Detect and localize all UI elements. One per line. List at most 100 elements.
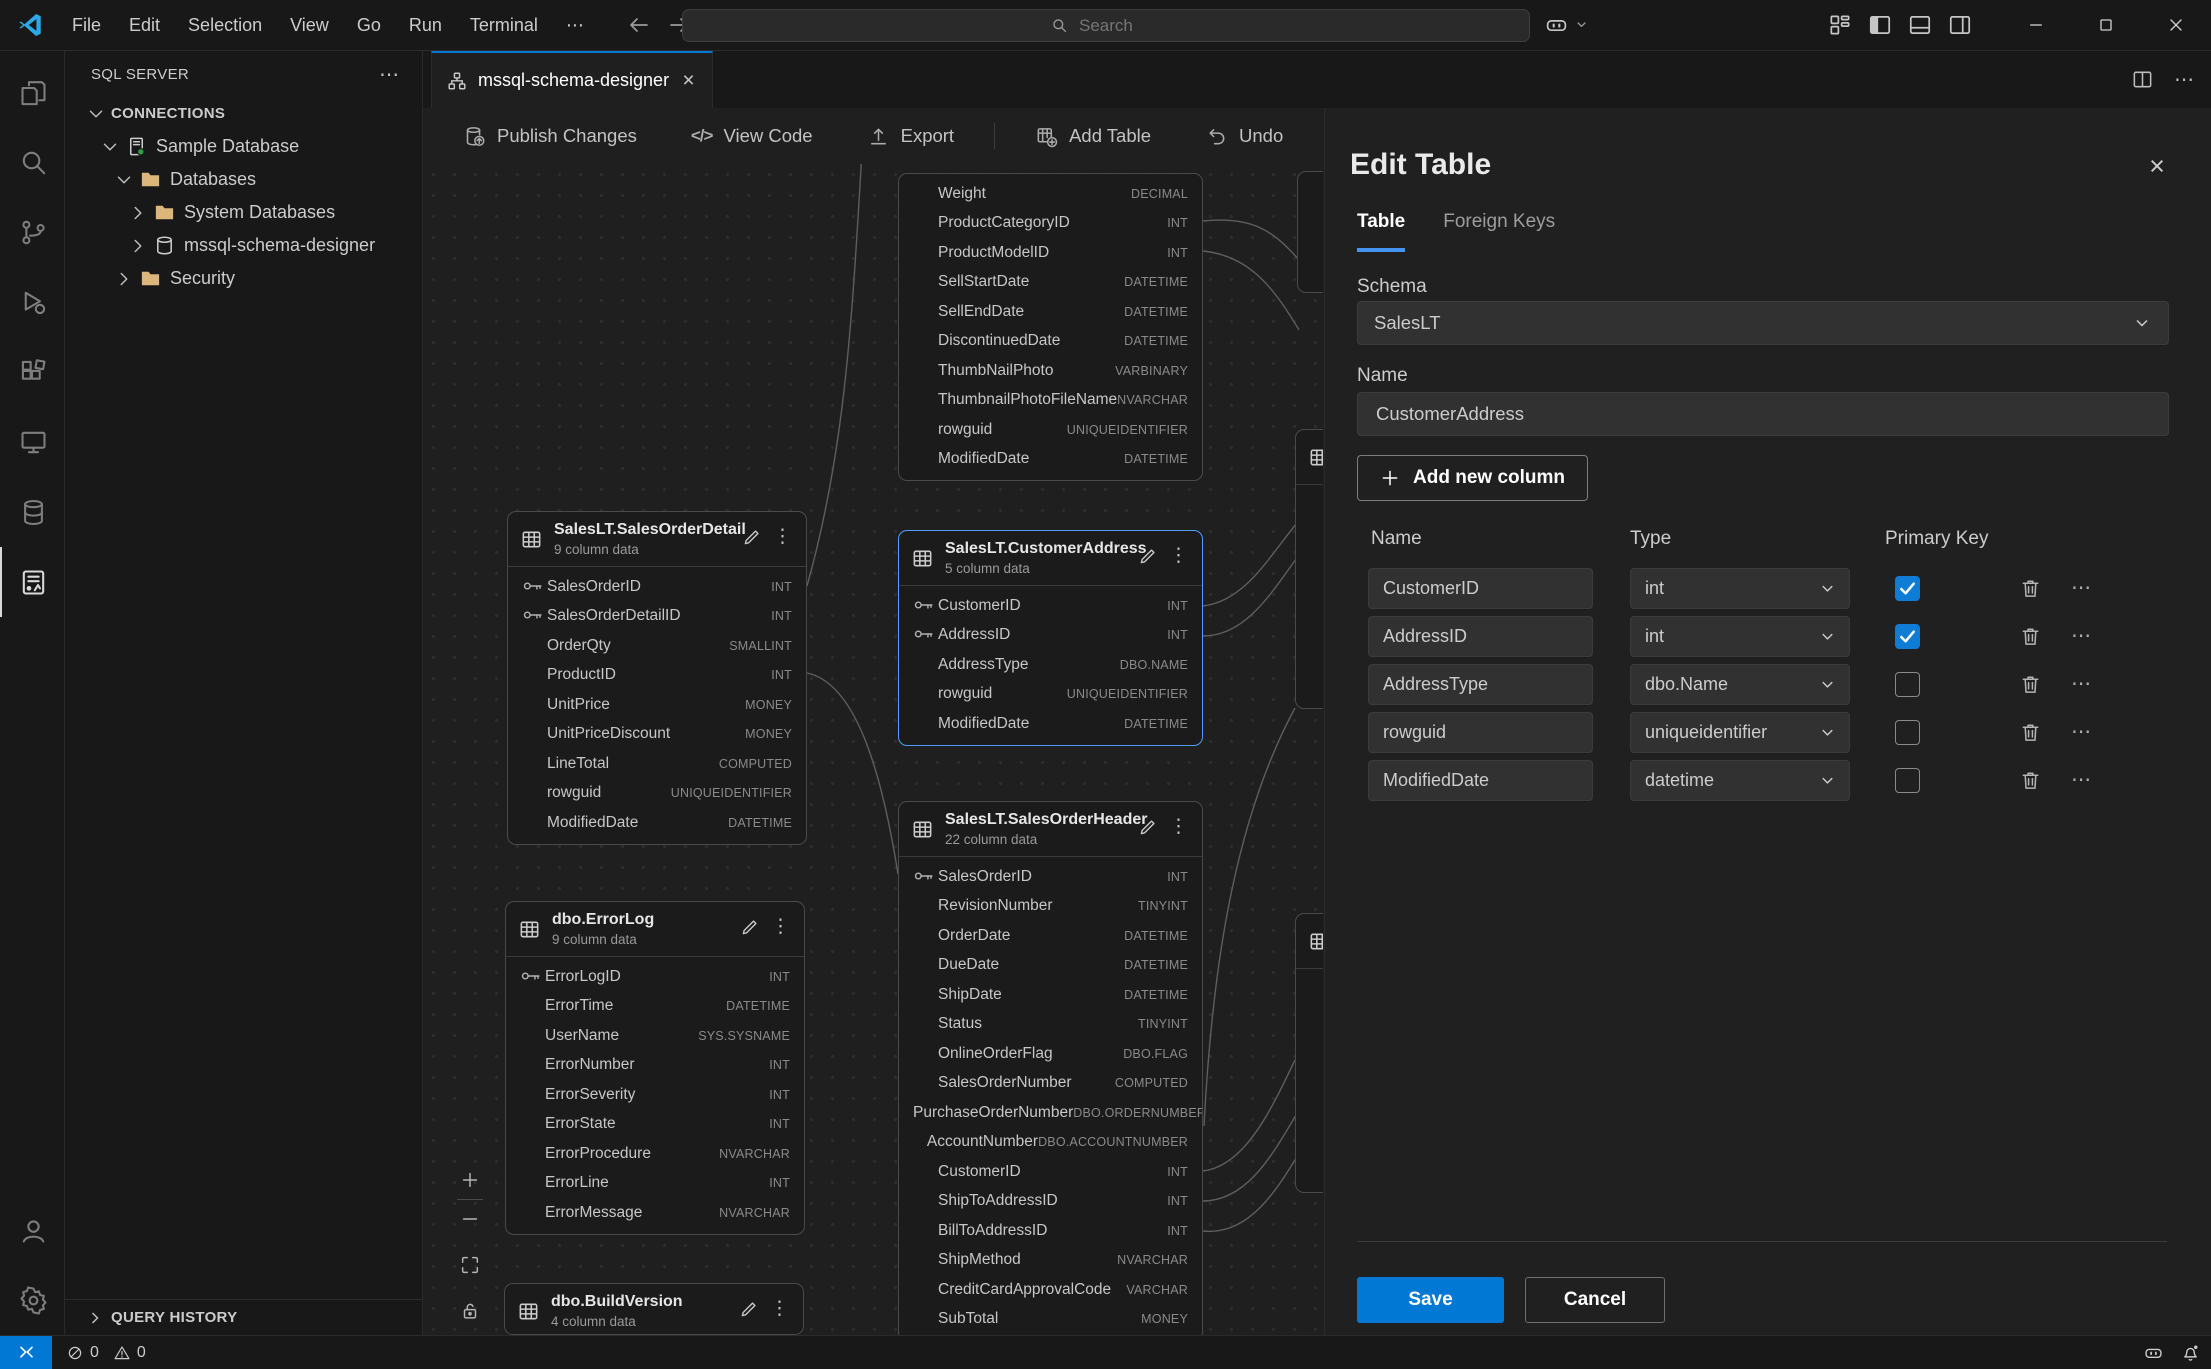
menu-terminal[interactable]: Terminal: [458, 10, 550, 41]
table-menu-icon[interactable]: ⋮: [770, 1297, 789, 1320]
delete-column-icon[interactable]: [2019, 625, 2042, 648]
panel-tab-foreign-keys[interactable]: Foreign Keys: [1443, 211, 1555, 252]
notifications-bell-icon[interactable]: [2180, 1342, 2201, 1363]
delete-column-icon[interactable]: [2019, 769, 2042, 792]
menu-selection[interactable]: Selection: [176, 10, 274, 41]
delete-column-icon[interactable]: [2019, 721, 2042, 744]
activity-database-projects[interactable]: [0, 477, 64, 547]
column-type-dropdown[interactable]: int: [1630, 568, 1850, 609]
table-card-error-log[interactable]: dbo.ErrorLog 9 column data ⋮ ErrorLogID …: [505, 901, 805, 1235]
primary-key-checkbox[interactable]: [1895, 576, 1920, 601]
table-card-sales-order-header[interactable]: SalesLT.SalesOrderHeader 22 column data …: [898, 801, 1203, 1335]
panel-tab-table[interactable]: Table: [1357, 211, 1405, 252]
schema-dropdown[interactable]: SalesLT: [1357, 301, 2169, 345]
close-panel-icon[interactable]: ×: [2143, 152, 2171, 180]
table-card-partial[interactable]: [1297, 171, 1323, 293]
editor-more-actions-icon[interactable]: ⋯: [2174, 67, 2195, 92]
activity-run-and-debug[interactable]: [0, 267, 64, 337]
fit-view-button[interactable]: [452, 1246, 488, 1284]
query-history-section[interactable]: QUERY HISTORY: [65, 1299, 422, 1335]
column-name-input[interactable]: AddressType: [1368, 664, 1593, 705]
activity-settings[interactable]: [0, 1265, 64, 1335]
column-name-input[interactable]: CustomerID: [1368, 568, 1593, 609]
maximize-button[interactable]: [2071, 0, 2141, 49]
lock-button[interactable]: [452, 1292, 488, 1330]
add-table-button[interactable]: Add Table: [1035, 125, 1151, 148]
activity-source-control[interactable]: [0, 197, 64, 267]
remote-indicator[interactable]: [0, 1336, 52, 1369]
column-name-input[interactable]: AddressID: [1368, 616, 1593, 657]
column-more-actions-icon[interactable]: ⋯: [2071, 671, 2093, 696]
column-more-actions-icon[interactable]: ⋯: [2071, 575, 2093, 600]
table-card-header[interactable]: dbo.BuildVersion 4 column data ⋮: [505, 1284, 803, 1335]
tree-item-sample-database[interactable]: Sample Database: [65, 130, 422, 163]
column-more-actions-icon[interactable]: ⋯: [2071, 623, 2093, 648]
pencil-icon[interactable]: [1137, 817, 1158, 838]
primary-key-checkbox[interactable]: [1895, 720, 1920, 745]
pencil-icon[interactable]: [739, 917, 760, 938]
activity-accounts[interactable]: [0, 1195, 64, 1265]
nav-back-icon[interactable]: [627, 13, 651, 37]
minimize-button[interactable]: [2001, 0, 2071, 49]
undo-button[interactable]: Undo: [1205, 125, 1283, 148]
column-more-actions-icon[interactable]: ⋯: [2071, 719, 2093, 744]
column-type-dropdown[interactable]: dbo.Name: [1630, 664, 1850, 705]
copilot-status-icon[interactable]: [2143, 1342, 2164, 1363]
table-card-product-partial[interactable]: Weight DECIMAL ProductCategoryID INT Pro…: [898, 173, 1203, 481]
customize-layout-icon[interactable]: [1827, 12, 1853, 38]
publish-button[interactable]: Publish Changes: [463, 125, 637, 148]
menu-go[interactable]: Go: [345, 10, 393, 41]
close-window-button[interactable]: [2141, 0, 2211, 49]
activity-mssql-extension[interactable]: [0, 547, 64, 617]
table-card-header[interactable]: dbo.ErrorLog 9 column data ⋮: [506, 902, 804, 957]
zoom-in-button[interactable]: [452, 1161, 488, 1199]
table-card-partial[interactable]: [1295, 913, 1323, 1193]
table-card-sales-order-detail[interactable]: SalesLT.SalesOrderDetail 9 column data ⋮…: [507, 511, 807, 845]
column-more-actions-icon[interactable]: ⋯: [2071, 767, 2093, 792]
add-new-column-button[interactable]: Add new column: [1357, 455, 1588, 501]
column-type-dropdown[interactable]: int: [1630, 616, 1850, 657]
tree-item-security[interactable]: Security: [65, 262, 422, 295]
table-menu-icon[interactable]: ⋮: [1169, 544, 1188, 567]
menu-view[interactable]: View: [278, 10, 341, 41]
tab-close-icon[interactable]: ×: [679, 70, 698, 92]
activity-explorer[interactable]: [0, 57, 64, 127]
menu-more-icon[interactable]: ⋯: [554, 10, 597, 41]
view-code-button[interactable]: </>View Code: [691, 125, 813, 147]
copilot-menu[interactable]: [1544, 12, 1589, 37]
command-center-search[interactable]: [682, 9, 1530, 42]
table-menu-icon[interactable]: ⋮: [773, 525, 792, 548]
pencil-icon[interactable]: [741, 527, 762, 548]
primary-key-checkbox[interactable]: [1895, 768, 1920, 793]
tree-item-connections[interactable]: CONNECTIONS: [65, 97, 422, 130]
more-actions-icon[interactable]: ⋯: [379, 62, 400, 87]
save-button[interactable]: Save: [1357, 1277, 1504, 1323]
table-card-customer-address[interactable]: SalesLT.CustomerAddress 5 column data ⋮ …: [898, 530, 1203, 746]
split-editor-icon[interactable]: [2131, 68, 2154, 91]
cancel-button[interactable]: Cancel: [1525, 1277, 1665, 1323]
schema-canvas[interactable]: Publish Changes </>View Code Export Add Tab…: [423, 108, 1323, 1335]
tree-item-databases[interactable]: Databases: [65, 163, 422, 196]
column-name-input[interactable]: ModifiedDate: [1368, 760, 1593, 801]
toggle-panel-icon[interactable]: [1907, 12, 1933, 38]
table-name-input[interactable]: [1374, 402, 2152, 426]
table-menu-icon[interactable]: ⋮: [1169, 815, 1188, 838]
primary-key-checkbox[interactable]: [1895, 624, 1920, 649]
pencil-icon[interactable]: [738, 1299, 759, 1320]
tree-item-system-databases[interactable]: System Databases: [65, 196, 422, 229]
column-name-input[interactable]: rowguid: [1368, 712, 1593, 753]
activity-search[interactable]: [0, 127, 64, 197]
tab-mssql-schema-designer[interactable]: mssql-schema-designer ×: [431, 51, 713, 108]
menu-run[interactable]: Run: [397, 10, 454, 41]
toggle-secondary-sidebar-icon[interactable]: [1947, 12, 1973, 38]
activity-remote-explorer[interactable]: [0, 407, 64, 477]
pencil-icon[interactable]: [1137, 546, 1158, 567]
menu-file[interactable]: File: [60, 10, 113, 41]
zoom-out-button[interactable]: [452, 1200, 488, 1238]
table-card-header[interactable]: SalesLT.SalesOrderHeader 22 column data …: [899, 802, 1202, 857]
toggle-primary-sidebar-icon[interactable]: [1867, 12, 1893, 38]
activity-extensions[interactable]: [0, 337, 64, 407]
delete-column-icon[interactable]: [2019, 673, 2042, 696]
export-button[interactable]: Export: [867, 125, 954, 148]
problems-status[interactable]: 0 0: [66, 1344, 154, 1362]
